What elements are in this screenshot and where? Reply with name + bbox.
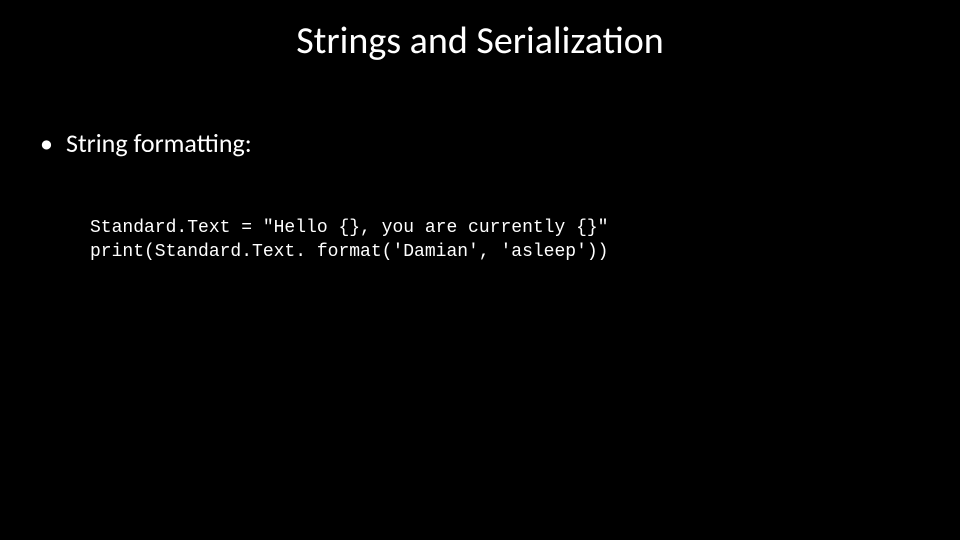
code-block: Standard.Text = "Hello {}, you are curre… — [90, 216, 920, 265]
slide: Strings and Serialization • String forma… — [0, 0, 960, 540]
bullet-text: String formatting: — [66, 128, 252, 159]
slide-body: • String formatting: — [40, 128, 920, 159]
slide-title: Strings and Serialization — [0, 18, 960, 64]
code-line-2: print(Standard.Text. format('Damian', 'a… — [90, 242, 608, 262]
code-line-1: Standard.Text = "Hello {}, you are curre… — [90, 218, 608, 238]
bullet-item: • String formatting: — [40, 128, 920, 159]
bullet-marker: • — [40, 128, 66, 159]
